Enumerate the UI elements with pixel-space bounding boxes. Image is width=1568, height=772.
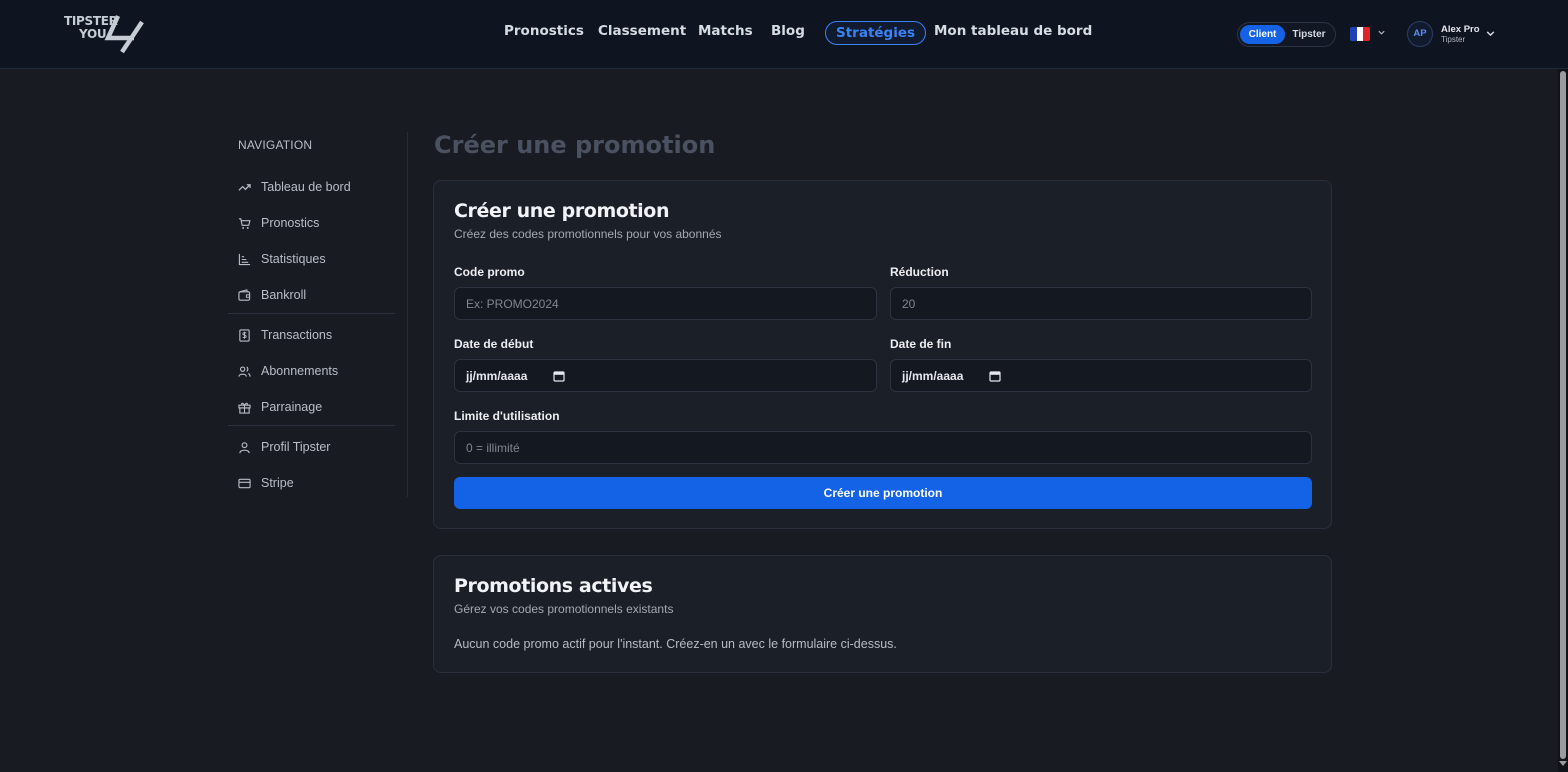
nav-blog[interactable]: Blog: [771, 22, 805, 40]
sidebar-item-abonnements[interactable]: Abonnements: [238, 362, 398, 382]
mode-client-button[interactable]: Client: [1240, 25, 1285, 44]
end-date-value: jj/mm/aaaa: [902, 369, 964, 383]
create-promotion-button[interactable]: Créer une promotion: [454, 477, 1312, 509]
wallet-icon: [238, 289, 251, 301]
user-menu[interactable]: AP Alex Pro Tipster: [1407, 20, 1497, 48]
user-icon: [239, 442, 250, 454]
sidebar-item-label: Abonnements: [261, 364, 339, 378]
chevron-down-icon: [1378, 30, 1385, 35]
chevron-down-icon: [1486, 31, 1495, 37]
avatar: AP: [1407, 21, 1433, 47]
nav-dashboard[interactable]: Mon tableau de bord: [934, 22, 1092, 40]
sidebar-divider: [228, 425, 395, 426]
usage-limit-label: Limite d'utilisation: [454, 409, 560, 423]
bar-chart-icon: [238, 253, 251, 266]
end-date-input[interactable]: jj/mm/aaaa: [890, 359, 1312, 392]
sidebar-item-pronostics[interactable]: Pronostics: [238, 214, 398, 234]
logo-mark-icon: [104, 15, 144, 54]
sidebar-item-transactions[interactable]: Transactions: [238, 326, 398, 346]
page-scrollbar[interactable]: [1558, 69, 1568, 772]
sidebar-item-label: Transactions: [261, 328, 333, 342]
mode-tipster-button[interactable]: Tipster: [1285, 25, 1333, 44]
sidebar-item-label: Bankroll: [261, 288, 307, 302]
credit-card-icon: [238, 478, 251, 489]
language-selector[interactable]: [1350, 26, 1386, 42]
sidebar-item-statistiques[interactable]: Statistiques: [238, 250, 398, 270]
sidebar-item-bankroll[interactable]: Bankroll: [238, 286, 398, 306]
trending-up-icon: [238, 184, 251, 191]
active-promotions-card: Promotions actives Gérez vos codes promo…: [433, 555, 1332, 673]
gift-icon: [238, 402, 251, 414]
start-date-label: Date de début: [454, 337, 534, 351]
start-date-value: jj/mm/aaaa: [466, 369, 528, 383]
create-promotion-card: Créer une promotion Créez des codes prom…: [433, 180, 1332, 529]
scroll-down-arrow-icon[interactable]: [1559, 761, 1567, 766]
mode-toggle: Client Tipster: [1237, 22, 1336, 47]
sidebar-item-label: Tableau de bord: [261, 180, 351, 194]
users-icon: [238, 366, 251, 377]
nav-matchs[interactable]: Matchs: [698, 22, 753, 40]
user-name: Alex Pro: [1441, 24, 1480, 35]
sidebar-item-label: Stripe: [261, 476, 294, 490]
brand-logo[interactable]: TIPSTER YOU: [64, 14, 146, 54]
sidebar-item-profil-tipster[interactable]: Profil Tipster: [238, 438, 398, 458]
sidebar-item-parrainage[interactable]: Parrainage: [238, 398, 398, 418]
sidebar-item-stripe[interactable]: Stripe: [238, 474, 398, 494]
start-date-input[interactable]: jj/mm/aaaa: [454, 359, 877, 392]
sidebar-item-label: Statistiques: [261, 252, 326, 266]
scrollbar-thumb[interactable]: [1560, 71, 1566, 759]
page-title: Créer une promotion: [434, 131, 716, 159]
dollar-receipt-icon: [239, 329, 250, 342]
end-date-label: Date de fin: [890, 337, 952, 351]
sidebar: NAVIGATION Tableau de bord Pronostics St…: [228, 132, 408, 497]
card-title: Promotions actives: [454, 575, 653, 597]
nav-strategies[interactable]: Stratégies: [825, 21, 927, 45]
calendar-icon[interactable]: [989, 370, 1001, 382]
sidebar-divider: [228, 313, 395, 314]
card-title: Créer une promotion: [454, 200, 670, 222]
card-subtitle: Créez des codes promotionnels pour vos a…: [454, 227, 722, 241]
empty-state-message: Aucun code promo actif pour l'instant. C…: [454, 637, 897, 651]
cart-icon: [238, 218, 251, 229]
reduction-input[interactable]: 20: [890, 287, 1312, 320]
calendar-icon[interactable]: [553, 370, 565, 382]
nav-pronostics[interactable]: Pronostics: [504, 22, 584, 40]
top-navbar: TIPSTER YOU Pronostics Classement Matchs…: [0, 0, 1568, 69]
user-role: Tipster: [1441, 35, 1466, 44]
usage-limit-input[interactable]: 0 = illimité: [454, 431, 1312, 464]
reduction-placeholder: 20: [902, 297, 916, 311]
nav-classement[interactable]: Classement: [598, 22, 686, 40]
code-promo-label: Code promo: [454, 265, 525, 279]
sidebar-item-label: Pronostics: [261, 216, 320, 230]
reduction-label: Réduction: [890, 265, 949, 279]
sidebar-item-label: Profil Tipster: [261, 440, 331, 454]
code-promo-placeholder: Ex: PROMO2024: [466, 297, 559, 311]
sidebar-heading: NAVIGATION: [238, 138, 313, 152]
code-promo-input[interactable]: Ex: PROMO2024: [454, 287, 877, 320]
sidebar-item-tableau-de-bord[interactable]: Tableau de bord: [238, 178, 398, 198]
fr-flag-icon: [1350, 27, 1370, 41]
sidebar-item-label: Parrainage: [261, 400, 323, 414]
card-subtitle: Gérez vos codes promotionnels existants: [454, 602, 674, 616]
usage-limit-placeholder: 0 = illimité: [466, 441, 520, 455]
